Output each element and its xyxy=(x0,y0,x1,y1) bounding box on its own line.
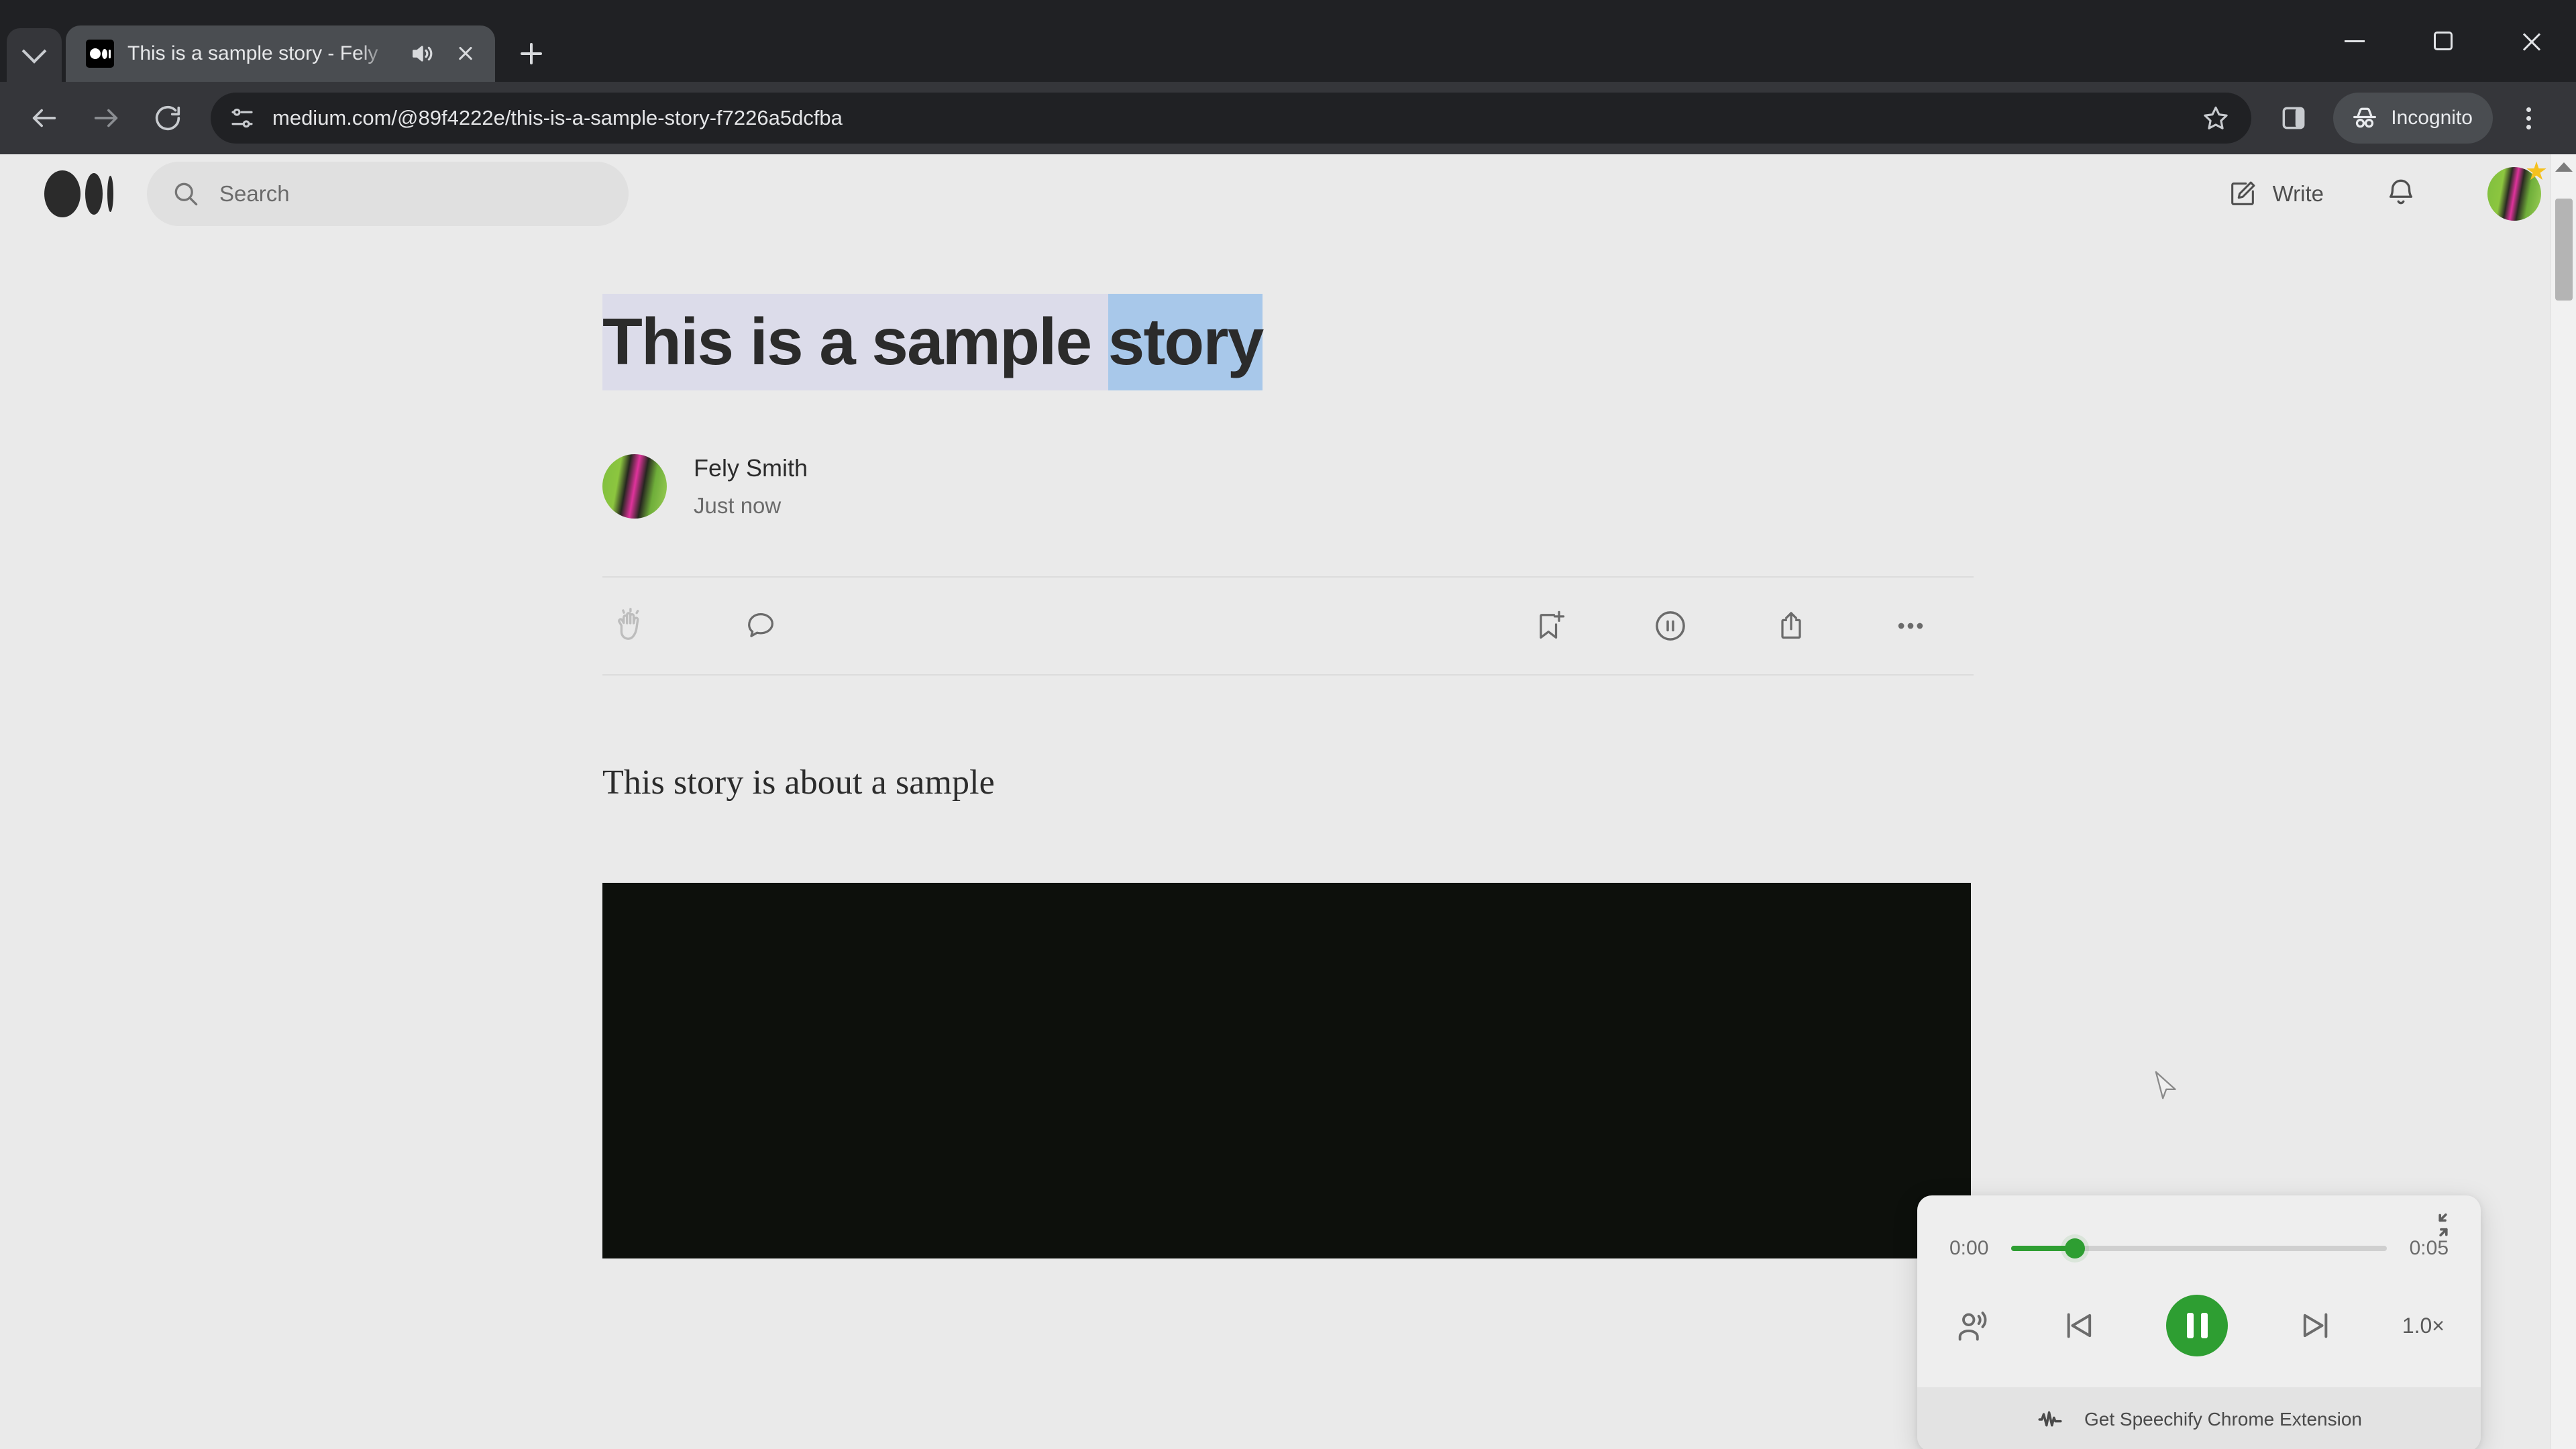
url-text: medium.com/@89f4222e/this-is-a-sample-st… xyxy=(272,106,843,129)
more-options-icon xyxy=(1898,623,1923,629)
tab-close-button[interactable] xyxy=(451,39,480,68)
collapse-player-button[interactable] xyxy=(2424,1206,2462,1244)
current-time-label: 0:00 xyxy=(1949,1237,1989,1259)
address-bar[interactable]: medium.com/@89f4222e/this-is-a-sample-st… xyxy=(211,93,2252,144)
article-action-bar xyxy=(602,576,1974,676)
speaker-playing-icon[interactable] xyxy=(408,39,437,68)
voice-person-icon xyxy=(1958,1311,1987,1341)
get-extension-banner[interactable]: Get Speechify Chrome Extension xyxy=(1917,1387,2481,1449)
voice-select-button[interactable] xyxy=(1953,1306,1992,1345)
collapse-arrows-icon xyxy=(2438,1213,2448,1237)
bell-icon xyxy=(2389,179,2413,204)
listen-pause-icon xyxy=(1656,610,1685,641)
bookmark-add-button[interactable] xyxy=(1532,608,1567,643)
browser-tab[interactable]: This is a sample story - Fely xyxy=(66,25,495,82)
write-pencil-icon xyxy=(2231,181,2255,205)
get-extension-label: Get Speechify Chrome Extension xyxy=(2084,1409,2362,1430)
playback-speed-button[interactable]: 1.0× xyxy=(2402,1313,2445,1338)
tab-title: This is a sample story - Fely xyxy=(127,42,378,64)
scroll-up-arrow-icon[interactable] xyxy=(2555,162,2573,172)
browser-toolbar: medium.com/@89f4222e/this-is-a-sample-st… xyxy=(0,82,2576,154)
author-name[interactable]: Fely Smith xyxy=(694,454,808,482)
comment-icon xyxy=(748,612,773,637)
browser-menu-button[interactable] xyxy=(2504,93,2553,143)
speechify-player: 0:00 0:05 1.0× Get Speechify Chrome Exte… xyxy=(1917,1195,2481,1449)
playback-slider-knob[interactable] xyxy=(2065,1238,2086,1258)
comment-button[interactable] xyxy=(743,608,778,643)
back-arrow-icon xyxy=(32,109,56,127)
new-tab-button[interactable] xyxy=(506,28,557,79)
share-button[interactable] xyxy=(1774,608,1809,643)
pause-button[interactable] xyxy=(2166,1295,2229,1356)
avatar[interactable]: ★ xyxy=(2487,159,2548,221)
article-timestamp: Just now xyxy=(694,492,782,518)
medium-logo-icon xyxy=(86,40,114,68)
skip-next-button[interactable] xyxy=(2296,1307,2334,1344)
window-minimize-button[interactable] xyxy=(2310,0,2399,82)
close-icon xyxy=(2520,30,2543,52)
forward-arrow-icon xyxy=(94,109,118,127)
incognito-indicator[interactable]: Incognito xyxy=(2333,93,2493,144)
chevron-down-icon xyxy=(21,38,47,64)
article: This is a sample story Fely Smith Just n… xyxy=(602,233,1974,1258)
listen-pause-button[interactable] xyxy=(1652,607,1689,645)
window-maximize-button[interactable] xyxy=(2399,0,2487,82)
byline: Fely Smith Just now xyxy=(602,453,1974,519)
scrollbar-thumb[interactable] xyxy=(2555,199,2573,301)
page-viewport: Search Write ★ This is a sample story Fe… xyxy=(0,154,2576,1449)
write-button[interactable]: Write xyxy=(2227,178,2324,209)
star-badge-icon: ★ xyxy=(2525,158,2548,186)
medium-logo-icon[interactable] xyxy=(44,170,113,217)
tab-search-button[interactable] xyxy=(7,28,62,82)
search-icon xyxy=(174,182,198,206)
bookmark-star-button[interactable] xyxy=(2191,93,2241,143)
window-close-button[interactable] xyxy=(2487,0,2576,82)
browser-window: This is a sample story - Fely medium.com… xyxy=(0,0,2576,1449)
site-settings-icon[interactable] xyxy=(228,104,256,132)
three-dot-menu-icon xyxy=(2526,107,2531,112)
playback-progress-row: 0:00 0:05 xyxy=(1917,1195,2481,1260)
incognito-label: Incognito xyxy=(2391,107,2473,129)
reload-button[interactable] xyxy=(140,90,196,146)
share-icon xyxy=(1781,611,1801,639)
minimize-icon xyxy=(2345,40,2365,42)
back-button[interactable] xyxy=(16,90,72,146)
side-panel-button[interactable] xyxy=(2269,93,2318,143)
forward-button[interactable] xyxy=(78,90,134,146)
incognito-hat-icon xyxy=(2353,107,2377,128)
skip-previous-icon xyxy=(2067,1313,2091,1338)
tab-strip: This is a sample story - Fely xyxy=(0,0,2576,82)
window-controls xyxy=(2310,0,2576,82)
maximize-restore-icon xyxy=(2434,32,2453,50)
search-placeholder: Search xyxy=(219,181,290,206)
article-body-paragraph: This story is about a sample xyxy=(602,763,995,802)
author-avatar[interactable] xyxy=(602,453,667,519)
bookmark-star-icon xyxy=(2204,106,2228,129)
playback-slider[interactable] xyxy=(2011,1238,2387,1258)
page-scrollbar[interactable] xyxy=(2551,154,2576,1449)
reload-icon xyxy=(155,105,180,131)
pause-icon xyxy=(2186,1313,2194,1338)
clap-button[interactable] xyxy=(612,607,648,644)
write-label: Write xyxy=(2272,181,2324,206)
speechify-waveform-icon xyxy=(2038,1411,2062,1427)
search-input[interactable]: Search xyxy=(147,162,629,226)
skip-previous-button[interactable] xyxy=(2061,1307,2098,1344)
notifications-button[interactable] xyxy=(2384,176,2418,213)
more-options-button[interactable] xyxy=(1893,608,1928,643)
article-media-embed[interactable] xyxy=(602,882,1971,1258)
title-current-word-highlight: story xyxy=(1108,294,1264,390)
page-title: This is a sample story xyxy=(602,294,1264,390)
bookmark-add-icon xyxy=(1540,610,1565,639)
skip-next-icon xyxy=(2303,1313,2328,1338)
title-read-highlight: This is a sample xyxy=(602,294,1108,390)
arrow-cursor xyxy=(2153,1070,2184,1104)
medium-header: Search Write ★ xyxy=(0,154,2576,233)
playback-controls: 1.0× xyxy=(1917,1260,2481,1387)
side-panel-icon xyxy=(2282,107,2305,129)
clap-icon xyxy=(618,607,639,640)
